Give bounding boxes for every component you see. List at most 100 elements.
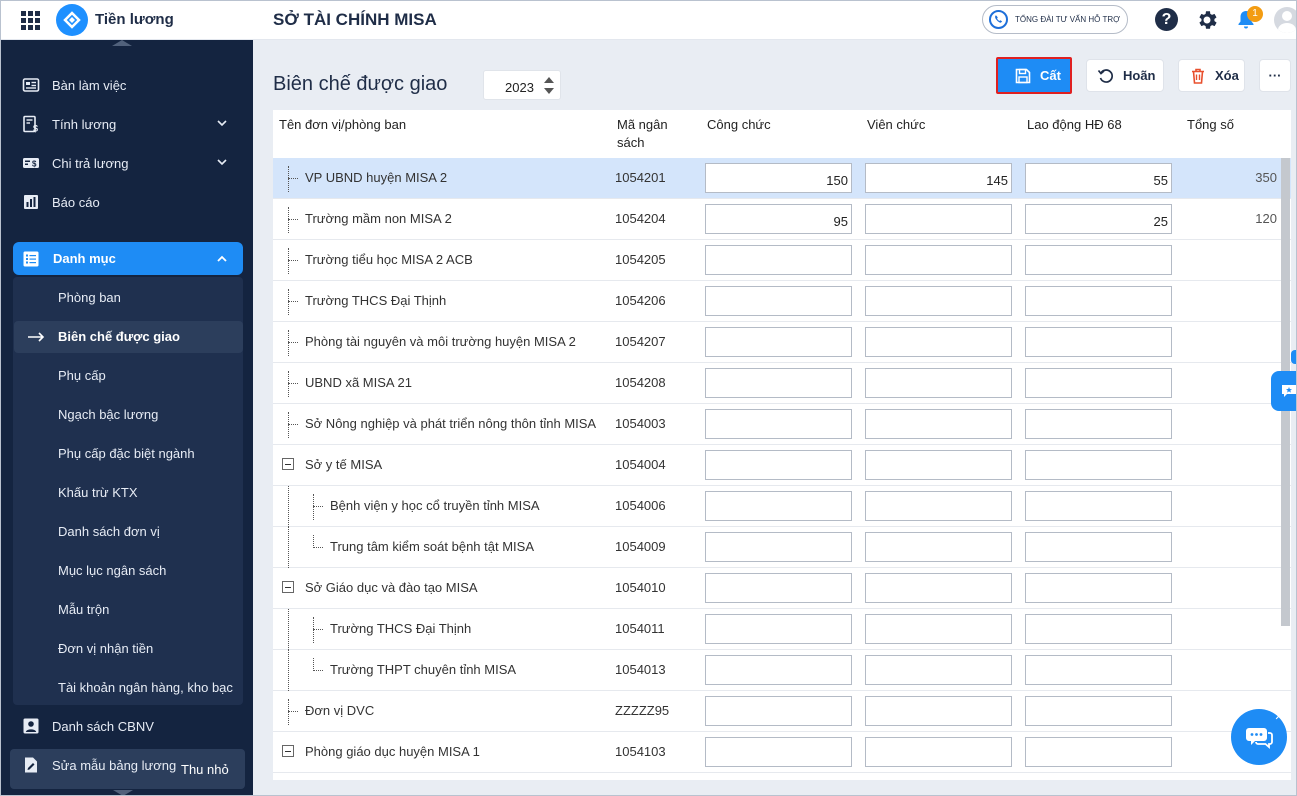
table-row[interactable]: Trường tiểu học MISA 2 ACB 1054205 [273, 240, 1291, 281]
table-row[interactable]: Phòng tài nguyên và môi trường huyện MIS… [273, 322, 1291, 363]
user-avatar[interactable] [1274, 7, 1297, 33]
sidebar-subitem-khau-tru[interactable]: Khấu trừ KTX [58, 485, 138, 500]
side-handle[interactable] [1291, 350, 1297, 364]
sidebar-subitem-tai-khoan[interactable]: Tài khoản ngân hàng, kho bạc [58, 680, 233, 695]
table-row[interactable]: Sở Giáo dục và đào tạo MISA 1054010 [273, 568, 1291, 609]
lao-dong-input[interactable] [1025, 573, 1172, 603]
lao-dong-input[interactable] [1025, 450, 1172, 480]
cong-chuc-input[interactable]: 150 [705, 163, 852, 193]
vien-chuc-input[interactable] [865, 327, 1012, 357]
sidebar-item-bao-cao[interactable]: Báo cáo [0, 184, 253, 220]
table-row[interactable]: Trường THCS Đại Thịnh 1054206 [273, 281, 1291, 322]
lao-dong-input[interactable] [1025, 327, 1172, 357]
lao-dong-input[interactable] [1025, 368, 1172, 398]
cong-chuc-input[interactable] [705, 491, 852, 521]
vien-chuc-input[interactable] [865, 491, 1012, 521]
gear-icon[interactable] [1195, 8, 1219, 32]
lao-dong-input[interactable] [1025, 655, 1172, 685]
lao-dong-input[interactable] [1025, 532, 1172, 562]
close-icon[interactable]: ✕ [1273, 711, 1285, 723]
table-row[interactable]: Trường THPT chuyên tỉnh MISA 1054013 [273, 650, 1291, 691]
table-row[interactable]: Bệnh viện y học cổ truyền tỉnh MISA 10540… [273, 486, 1291, 527]
sidebar-subitem-phu-cap-dac-biet[interactable]: Phụ cấp đặc biệt ngành [58, 446, 195, 461]
delete-button[interactable]: Xóa [1178, 59, 1245, 92]
table-row[interactable]: Phòng giáo dục huyện MISA 1 1054103 [273, 732, 1291, 773]
stepper-down-icon[interactable] [544, 88, 554, 94]
sidebar-item-chi-tra-luong[interactable]: $ Chi trả lương [0, 145, 253, 181]
cong-chuc-input[interactable] [705, 614, 852, 644]
table-row[interactable]: Đơn vị DVC ZZZZZ95 [273, 691, 1291, 732]
vien-chuc-input[interactable] [865, 450, 1012, 480]
vien-chuc-input[interactable] [865, 696, 1012, 726]
cong-chuc-input[interactable] [705, 286, 852, 316]
cong-chuc-input[interactable] [705, 655, 852, 685]
collapse-node-icon[interactable] [282, 458, 294, 470]
vien-chuc-input[interactable] [865, 286, 1012, 316]
cong-chuc-input[interactable]: 95 [705, 204, 852, 234]
table-row[interactable]: Trường THCS Đại Thịnh 1054011 [273, 609, 1291, 650]
vien-chuc-input[interactable] [865, 409, 1012, 439]
cong-chuc-input[interactable] [705, 696, 852, 726]
vien-chuc-input[interactable] [865, 245, 1012, 275]
app-logo [56, 4, 88, 36]
sidebar-item-ban-lam-viec[interactable]: Bàn làm việc [0, 67, 253, 103]
vien-chuc-input[interactable] [865, 655, 1012, 685]
table-row[interactable]: VP UBND huyện MISA 2 1054201 150 145 55 350 [273, 158, 1291, 199]
sidebar-subitem-mau-tron[interactable]: Mẫu trộn [58, 602, 109, 617]
undo-button[interactable]: Hoãn [1086, 59, 1164, 92]
help-icon[interactable]: ? [1155, 8, 1178, 31]
lao-dong-input[interactable] [1025, 245, 1172, 275]
cong-chuc-input[interactable] [705, 737, 852, 767]
sidebar-subitem-phong-ban[interactable]: Phòng ban [58, 290, 121, 305]
sidebar-subitem-muc-luc[interactable]: Mục lục ngân sách [58, 563, 166, 578]
vien-chuc-input[interactable] [865, 204, 1012, 234]
table-row[interactable]: Sở y tế MISA 1054004 [273, 445, 1291, 486]
sidebar-subitem-ngach-bac[interactable]: Ngạch bậc lương [58, 407, 158, 422]
collapse-node-icon[interactable] [282, 581, 294, 593]
vien-chuc-input[interactable] [865, 737, 1012, 767]
cong-chuc-input[interactable] [705, 245, 852, 275]
support-hotline-button[interactable]: TỔNG ĐÀI TƯ VẤN HỖ TRỢ [982, 5, 1128, 34]
lao-dong-input[interactable] [1025, 696, 1172, 726]
feedback-tab[interactable] [1271, 371, 1297, 411]
sidebar-item-danh-sach-cbnv[interactable]: Danh sách CBNV [0, 708, 253, 744]
sidebar-scroll-up[interactable] [112, 40, 132, 46]
lao-dong-input[interactable] [1025, 737, 1172, 767]
sidebar-subitem-don-vi-nhan-tien[interactable]: Đơn vị nhận tiền [58, 641, 153, 656]
sidebar-item-tinh-luong[interactable]: $ Tính lương [0, 106, 253, 142]
table-row[interactable]: Trung tâm kiểm soát bệnh tật MISA 1054009 [273, 527, 1291, 568]
cong-chuc-input[interactable] [705, 409, 852, 439]
table-row[interactable]: UBND xã MISA 21 1054208 [273, 363, 1291, 404]
stepper-up-icon[interactable] [544, 77, 554, 83]
lao-dong-input[interactable] [1025, 409, 1172, 439]
collapse-sidebar-button[interactable]: Thu nhỏ [181, 762, 229, 777]
vien-chuc-input[interactable] [865, 614, 1012, 644]
collapse-node-icon[interactable] [282, 745, 294, 757]
lao-dong-input[interactable]: 25 [1025, 204, 1172, 234]
lao-dong-input[interactable] [1025, 614, 1172, 644]
save-button[interactable]: Cất [996, 57, 1072, 94]
more-options-button[interactable]: ··· [1259, 59, 1291, 92]
cong-chuc-input[interactable] [705, 573, 852, 603]
vien-chuc-input[interactable] [865, 573, 1012, 603]
cong-chuc-input[interactable] [705, 532, 852, 562]
vien-chuc-input[interactable]: 145 [865, 163, 1012, 193]
table-row[interactable]: Trường mầm non MISA 2 1054204 95 25 120 [273, 199, 1291, 240]
table-row[interactable]: Sở Nông nghiệp và phát triển nông thôn t… [273, 404, 1291, 445]
cong-chuc-input[interactable] [705, 368, 852, 398]
cong-chuc-input[interactable] [705, 450, 852, 480]
sidebar-subitem-bien-che[interactable]: Biên chế được giao [58, 329, 180, 344]
year-stepper[interactable]: 2023 [483, 70, 561, 100]
vien-chuc-input[interactable] [865, 532, 1012, 562]
sidebar-subitem-phu-cap[interactable]: Phụ cấp [58, 368, 106, 383]
sidebar-item-danh-muc[interactable]: Danh mục [13, 242, 243, 275]
lao-dong-input[interactable]: 55 [1025, 163, 1172, 193]
app-grid-icon[interactable] [21, 11, 40, 30]
sidebar-subitem-danh-sach-don-vi[interactable]: Danh sách đơn vị [58, 524, 160, 539]
lao-dong-input[interactable] [1025, 491, 1172, 521]
sidebar-scroll-down[interactable] [113, 790, 133, 796]
lao-dong-input[interactable] [1025, 286, 1172, 316]
cong-chuc-input[interactable] [705, 327, 852, 357]
tree-line [288, 248, 289, 274]
vien-chuc-input[interactable] [865, 368, 1012, 398]
